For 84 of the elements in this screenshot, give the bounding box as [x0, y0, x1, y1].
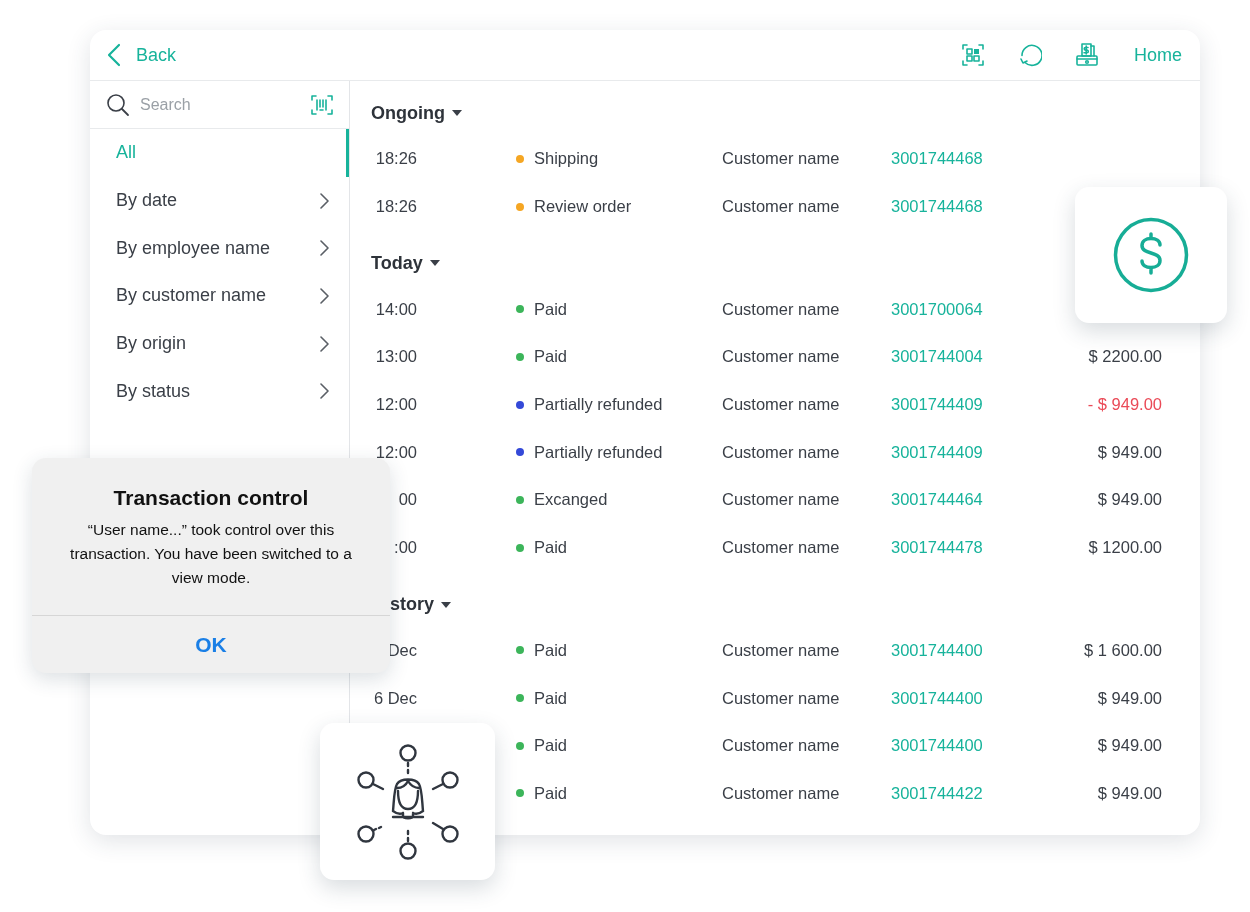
status-text: Paid	[534, 640, 568, 660]
barcode-scan-icon[interactable]	[311, 94, 333, 115]
customer-text: Customer name	[722, 538, 840, 557]
status-text: Review order	[534, 197, 632, 217]
order-number-link[interactable]: 3001744422	[891, 783, 983, 802]
time-text: 6 Dec	[373, 688, 417, 708]
time-text: 18:26	[375, 149, 417, 169]
order-number-link[interactable]: 3001744400	[891, 736, 983, 755]
order-number-link[interactable]: 3001744400	[891, 640, 983, 659]
status-text: Shipping	[534, 149, 599, 169]
time-text: 14:00	[375, 299, 417, 319]
sidebar-item[interactable]: All	[90, 129, 349, 177]
back-button[interactable]: Back	[106, 43, 177, 67]
customer-text: Customer name	[722, 347, 840, 366]
customer-text: Customer name	[722, 490, 840, 509]
chevron-right-icon	[319, 382, 329, 401]
ok-button[interactable]: OK	[32, 615, 390, 673]
dialog-title: Transaction control	[113, 486, 309, 510]
customer-text: Customer name	[722, 149, 840, 168]
amount-text: $ 949.00	[1097, 736, 1162, 756]
customer-text: Customer name	[722, 736, 840, 755]
caret-icon	[451, 109, 463, 117]
status-text: Paid	[534, 688, 568, 708]
order-number-link[interactable]: 3001744400	[891, 688, 983, 707]
section-header[interactable]: Ongoing	[371, 91, 463, 135]
chevron-right-icon	[319, 191, 329, 210]
amount-text: $ 949.00	[1097, 442, 1162, 462]
status-text: Paid	[534, 299, 568, 319]
qr-scan-icon[interactable]	[962, 44, 984, 66]
status-text: Paid	[534, 347, 568, 367]
home-button[interactable]: Home	[1134, 44, 1182, 66]
time-text: 13:00	[375, 347, 417, 367]
status-text: Paid	[534, 538, 568, 558]
amount-text: $ 1 600.00	[1084, 640, 1162, 660]
search-icon	[106, 92, 130, 117]
dollar-circle-icon	[1113, 217, 1189, 293]
order-number-link[interactable]: 3001744409	[891, 395, 983, 414]
chevron-right-icon	[319, 239, 329, 258]
amount-text: $ 1200.00	[1088, 538, 1162, 558]
amount-text: $ 949.00	[1097, 783, 1162, 803]
chevron-left-icon	[106, 43, 122, 67]
sidebar-item[interactable]: By date	[90, 176, 349, 225]
customer-text: Customer name	[722, 640, 840, 659]
sidebar-item[interactable]: By employee name	[90, 224, 349, 273]
order-number-link[interactable]: 3001744464	[891, 490, 983, 509]
caret-icon	[440, 600, 452, 609]
status-text: Paid	[534, 783, 568, 803]
amount-text: $ 949.00	[1097, 490, 1162, 510]
customer-text: Customer name	[722, 442, 840, 461]
caret-icon	[428, 259, 441, 268]
dialog-message: “User name...” took control over this transaction. You have been switched to a view mode.	[69, 520, 353, 588]
status-text: Paid	[534, 736, 568, 756]
sidebar-item[interactable]: By status	[90, 367, 349, 416]
order-number-link[interactable]: 3001744004	[891, 347, 983, 366]
status-text: Excanged	[534, 490, 608, 510]
refresh-icon[interactable]	[1018, 43, 1042, 67]
sidebar-item[interactable]: By customer name	[90, 272, 349, 320]
order-number-link[interactable]: 3001744409	[891, 442, 983, 461]
status-text: Partially refunded	[534, 395, 663, 415]
time-text: 12:00	[375, 395, 417, 415]
order-number-link[interactable]: 3001744468	[891, 149, 983, 168]
time-text: 00	[398, 490, 417, 510]
cash-register-icon[interactable]	[1076, 43, 1098, 67]
order-number-link[interactable]: 3001744478	[891, 538, 983, 557]
chevron-right-icon	[319, 286, 329, 305]
time-text: 12:00	[375, 442, 417, 462]
customer-text: Customer name	[722, 783, 840, 802]
customer-text: Customer name	[722, 299, 840, 318]
amount-text: - $ 949.00	[1087, 395, 1162, 415]
order-number-link[interactable]: 3001744468	[891, 197, 983, 216]
search-field[interactable]: Search	[90, 81, 349, 129]
time-text: 18:26	[375, 197, 417, 217]
sidebar-item[interactable]: By origin	[90, 319, 349, 368]
customer-text: Customer name	[722, 197, 840, 216]
search-input[interactable]: Search	[138, 94, 303, 115]
time-text: :00	[394, 538, 417, 558]
customer-text: Customer name	[722, 688, 840, 707]
amount-text: $ 949.00	[1097, 688, 1162, 708]
chevron-right-icon	[319, 334, 329, 353]
amount-text: $ 2200.00	[1088, 347, 1162, 367]
section-header[interactable]: Today	[371, 241, 441, 286]
status-text: Partially refunded	[534, 442, 663, 462]
order-number-link[interactable]: 3001700064	[891, 299, 983, 318]
customer-text: Customer name	[722, 395, 840, 414]
